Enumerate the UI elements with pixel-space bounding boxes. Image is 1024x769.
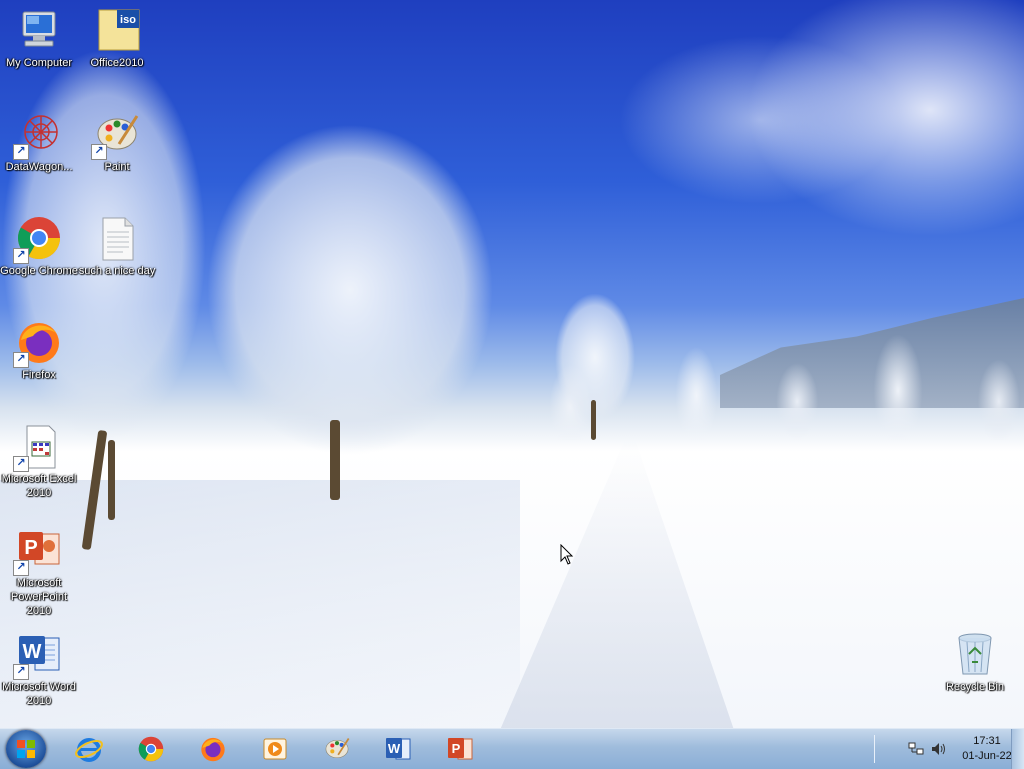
shortcut-arrow-icon: ↗ <box>13 560 29 576</box>
word-letter: W <box>388 741 401 756</box>
shortcut-arrow-icon: ↗ <box>13 456 29 472</box>
shortcut-arrow-icon: ↗ <box>13 352 29 368</box>
desktop-icon-datawagon[interactable]: ↗ DataWagon... <box>0 110 78 174</box>
shortcut-arrow-icon: ↗ <box>91 144 107 160</box>
iso-badge-text: iso <box>120 14 136 26</box>
computer-icon <box>15 6 63 54</box>
desktop-icon-microsoft-powerpoint-2010[interactable]: P ↗ Microsoft PowerPoint 2010 <box>0 526 78 618</box>
taskbar-paint[interactable] <box>311 731 363 767</box>
tray-separator <box>874 735 875 763</box>
datawagon-icon: ↗ <box>13 110 63 160</box>
chrome-icon: ↗ <box>13 214 63 264</box>
desktop-icon-label: Firefox <box>22 369 56 381</box>
desktop-icon-firefox[interactable]: ↗ Firefox <box>0 318 78 382</box>
desktop-icon-label: Paint <box>104 161 130 173</box>
mouse-cursor-icon <box>560 544 574 565</box>
taskbar-microsoft-powerpoint[interactable]: P <box>434 731 486 767</box>
iso-icon: iso <box>93 6 141 54</box>
desktop-icon-my-computer[interactable]: My Computer <box>0 6 78 70</box>
powerpoint-icon: P ↗ <box>13 526 63 576</box>
wallpaper-big-tree <box>160 70 540 510</box>
chrome-icon <box>138 736 164 762</box>
network-icon[interactable] <box>908 741 924 757</box>
powerpoint-icon: P <box>448 738 473 760</box>
taskbar: W P 17:31 01-Jun-22 <box>0 728 1024 769</box>
taskbar-media-player[interactable] <box>249 731 301 767</box>
desktop-icon-recycle-bin[interactable]: Recycle Bin <box>936 630 1014 694</box>
taskbar-firefox[interactable] <box>187 731 239 767</box>
windows-start-icon <box>17 740 35 758</box>
desktop-icon-label: Google Chrome <box>0 265 78 277</box>
desktop-icon-label: such a nice day <box>78 265 156 277</box>
desktop-icon-text-file[interactable]: such a nice day <box>78 214 156 278</box>
desktop-icon-microsoft-excel-2010[interactable]: ↗ Microsoft Excel 2010 <box>0 422 78 500</box>
start-button[interactable] <box>6 730 46 768</box>
media-player-icon <box>263 738 287 760</box>
system-tray: 17:31 01-Jun-22 <box>874 729 1024 769</box>
text-file-icon <box>93 214 141 262</box>
taskbar-google-chrome[interactable] <box>125 731 177 767</box>
show-desktop-button[interactable] <box>1011 729 1024 769</box>
desktop-icon-label: Microsoft PowerPoint 2010 <box>10 577 68 617</box>
recycle-bin-icon <box>951 630 999 678</box>
desktop-icon-label: Microsoft Word 2010 <box>2 681 76 707</box>
desktop-icon-paint[interactable]: ↗ Paint <box>78 110 156 174</box>
desktop-icon-label: Recycle Bin <box>945 681 1005 693</box>
desktop-icon-label: My Computer <box>5 57 73 69</box>
firefox-icon: ↗ <box>13 318 63 368</box>
desktop-wallpaper[interactable]: My Computer iso Office2010 ↗ DataWagon..… <box>0 0 1024 728</box>
word-icon: W ↗ <box>13 630 63 680</box>
taskbar-internet-explorer[interactable] <box>63 731 115 767</box>
volume-icon[interactable] <box>930 741 946 757</box>
shortcut-arrow-icon: ↗ <box>13 144 29 160</box>
svg-text:P: P <box>24 537 37 559</box>
wallpaper-trunk <box>108 440 115 520</box>
desktop-icon-label: Microsoft Excel 2010 <box>1 473 77 499</box>
wallpaper-trunk <box>330 420 340 500</box>
svg-text:W: W <box>23 641 42 663</box>
excel-icon: ↗ <box>13 422 63 472</box>
paint-icon <box>325 738 350 759</box>
firefox-icon <box>201 737 225 762</box>
taskbar-microsoft-word[interactable]: W <box>372 731 424 767</box>
desktop-icon-office2010[interactable]: iso Office2010 <box>78 6 156 70</box>
desktop-icon-microsoft-word-2010[interactable]: W ↗ Microsoft Word 2010 <box>0 630 78 708</box>
wallpaper-trunk <box>591 400 596 440</box>
internet-explorer-icon <box>75 738 103 762</box>
shortcut-arrow-icon: ↗ <box>13 248 29 264</box>
desktop-icon-google-chrome[interactable]: ↗ Google Chrome <box>0 214 78 278</box>
paint-icon: ↗ <box>91 110 141 160</box>
powerpoint-letter: P <box>452 741 461 756</box>
shortcut-arrow-icon: ↗ <box>13 664 29 680</box>
word-icon: W <box>386 738 411 760</box>
desktop-icon-label: Office2010 <box>90 57 144 69</box>
desktop-icon-label: DataWagon... <box>5 161 73 173</box>
